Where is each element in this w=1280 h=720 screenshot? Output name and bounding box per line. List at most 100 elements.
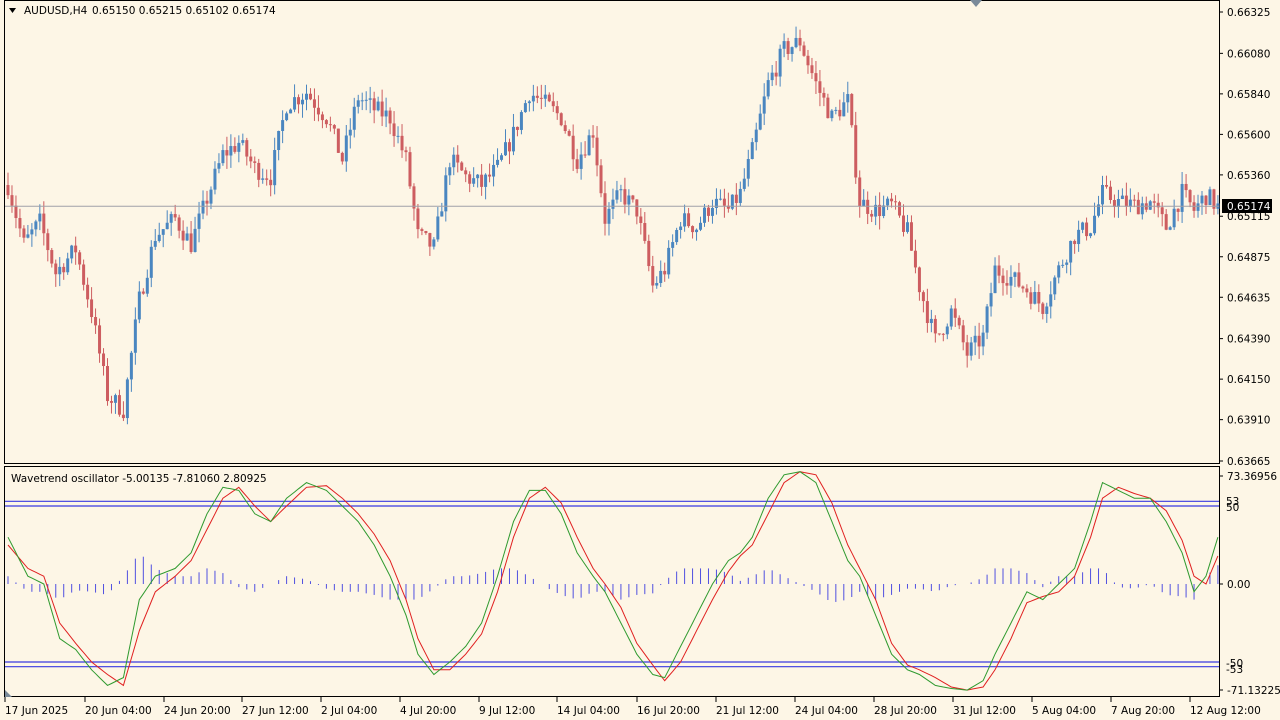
price-axis[interactable]: 0.66325 0.66080 0.65840 0.65600 0.65360 0.651… (1219, 7, 1270, 468)
candle-body (683, 213, 687, 227)
candle-body (695, 229, 699, 233)
candle-body (643, 223, 647, 241)
candle-body (1045, 306, 1049, 314)
candle-body (1168, 227, 1172, 230)
time-tick-label: 7 Aug 20:00 (1111, 705, 1175, 717)
candle-body (531, 95, 535, 102)
price-tick-label: 0.64150 (1227, 374, 1270, 386)
time-tick-label: 12 Aug 12:00 (1190, 705, 1261, 717)
candle-body (348, 129, 352, 136)
candle-body (6, 185, 10, 196)
candle-body (997, 265, 1001, 276)
candle-body (1140, 203, 1144, 215)
candle-body (925, 301, 929, 324)
candle-body (921, 292, 925, 302)
candle-body (898, 202, 902, 216)
indicator-max-label: 73.36956 (1227, 471, 1277, 483)
candle-body (679, 226, 683, 230)
candle-body (364, 99, 368, 101)
candle-body (1009, 276, 1013, 286)
candle-body (822, 92, 826, 98)
candle-body (647, 240, 651, 267)
candle-body (575, 159, 579, 169)
candle-body (404, 150, 408, 153)
candle-body (913, 250, 917, 268)
candle-body (340, 152, 344, 162)
candlestick-series (6, 26, 1220, 425)
chart-shift-marker-icon[interactable] (970, 0, 982, 7)
candle-body (1061, 264, 1065, 266)
candle-body (1188, 190, 1192, 203)
autoscroll-corner-icon[interactable] (5, 690, 12, 697)
candle-body (862, 199, 866, 207)
candle-body (344, 135, 348, 162)
candle-body (500, 155, 504, 160)
candle-body (50, 250, 54, 264)
candle-body (615, 190, 619, 200)
candle-body (1124, 195, 1128, 207)
candle-body (412, 186, 416, 209)
time-tick-label: 9 Jul 12:00 (479, 705, 535, 717)
candle-body (10, 195, 14, 206)
time-tick-label: 21 Jul 12:00 (716, 705, 779, 717)
candle-body (635, 199, 639, 217)
ohlc-values: 0.65150 0.65215 0.65102 0.65174 (92, 5, 276, 17)
price-tick-label: 0.63665 (1227, 456, 1270, 468)
candle-body (965, 342, 969, 356)
candle-body (507, 142, 511, 152)
candle-body (774, 72, 778, 77)
candle-body (285, 113, 289, 121)
candle-body (738, 188, 742, 203)
candle-body (667, 247, 671, 275)
candle-body (778, 48, 782, 77)
candle-body (523, 103, 527, 113)
candle-body (599, 165, 603, 194)
price-tick-label: 0.65600 (1227, 129, 1270, 141)
candle-body (193, 228, 197, 252)
candle-body (141, 291, 145, 294)
candle-body (917, 267, 921, 293)
time-tick-label: 20 Jun 04:00 (85, 705, 152, 717)
price-tick-label: 0.66325 (1227, 7, 1270, 19)
symbol-dropdown-icon[interactable] (9, 8, 16, 13)
candle-body (149, 246, 153, 278)
candle-body (332, 125, 336, 129)
candle-body (949, 308, 953, 327)
candle-body (571, 135, 575, 160)
indicator-axis[interactable]: 73.36956 53 50 0.00 -50 -53 -71.13225 (1219, 471, 1280, 697)
time-axis[interactable]: 17 Jun 2025 20 Jun 04:00 24 Jun 20:00 27 Ju… (4, 697, 1261, 717)
candle-body (82, 264, 86, 285)
candle-body (46, 233, 50, 251)
candle-body (1037, 292, 1041, 304)
candle-body (217, 163, 221, 169)
candle-body (1025, 288, 1029, 293)
candle-body (177, 217, 181, 231)
candle-body (137, 291, 141, 320)
candle-body (750, 142, 754, 160)
candle-body (1172, 208, 1176, 228)
candle-body (1116, 199, 1120, 207)
candle-body (977, 335, 981, 347)
candle-body (842, 102, 846, 117)
candle-body (34, 221, 38, 230)
candle-body (985, 306, 989, 333)
candle-body (464, 170, 468, 175)
candle-body (496, 159, 500, 165)
time-tick-label: 17 Jun 2025 (5, 705, 68, 717)
candle-body (472, 178, 476, 184)
candle-body (762, 96, 766, 114)
candle-body (504, 142, 507, 156)
candle-body (30, 229, 34, 235)
candle-body (603, 193, 607, 224)
candle-body (432, 239, 436, 247)
candle-body (165, 222, 169, 230)
candle-body (324, 120, 328, 125)
candle-body (113, 395, 117, 403)
price-tick-label: 0.65840 (1227, 89, 1270, 101)
candle-body (257, 162, 261, 180)
candle-body (456, 154, 460, 163)
chart-canvas[interactable]: AUDUSD,H4 0.65150 0.65215 0.65102 0.6517… (0, 0, 1280, 720)
candle-body (253, 161, 257, 163)
price-tick-label: 0.65360 (1227, 170, 1270, 182)
candle-body (460, 162, 464, 171)
